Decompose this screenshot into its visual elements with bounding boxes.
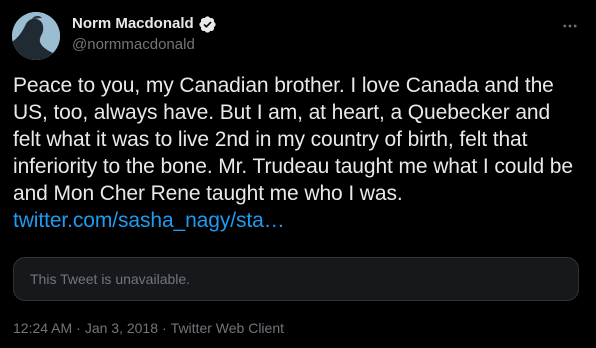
tweet-card: Norm Macdonald @normmacdonald Peace to y… [0,0,596,348]
tweet-date[interactable]: Jan 3, 2018 [85,320,158,336]
more-options-icon [563,24,577,28]
meta-separator: · [162,320,167,336]
tweet-meta: 12:24 AM · Jan 3, 2018 · Twitter Web Client [13,318,284,338]
tweet-header: Norm Macdonald @normmacdonald [72,14,532,55]
tweet-link[interactable]: twitter.com/sasha_nagy/sta… [13,209,285,232]
author-avatar[interactable] [12,12,60,60]
quoted-tweet-unavailable: This Tweet is unavailable. [13,257,579,301]
quoted-tweet-notice: This Tweet is unavailable. [30,271,191,287]
more-options-button[interactable] [558,14,582,38]
author-display-name[interactable]: Norm Macdonald [72,14,194,34]
author-name-row: Norm Macdonald [72,14,532,34]
avatar-silhouette-icon [12,12,60,60]
tweet-text: Peace to you, my Canadian brother. I lov… [13,72,583,234]
author-handle[interactable]: @normmacdonald [72,35,532,55]
tweet-time[interactable]: 12:24 AM [13,320,72,336]
tweet-source[interactable]: Twitter Web Client [171,320,284,336]
tweet-text-content: Peace to you, my Canadian brother. I lov… [13,74,573,205]
meta-separator: · [76,320,81,336]
verified-badge-icon [198,15,217,34]
